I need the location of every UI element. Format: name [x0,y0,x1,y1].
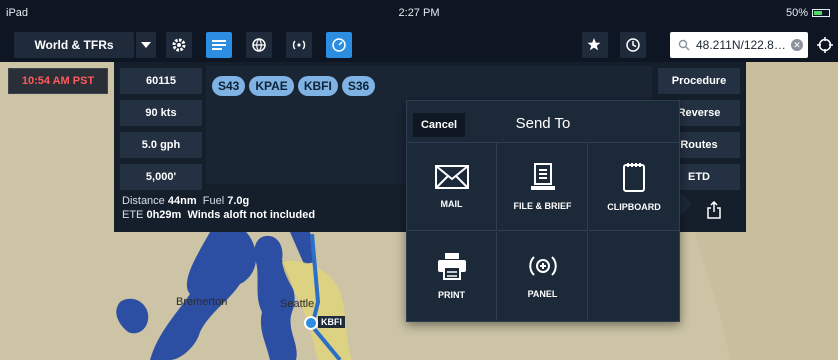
globe-icon [252,38,266,52]
radio-icon [292,40,306,50]
airspeed: 90 kts [145,107,177,119]
file-brief-label: FILE & BRIEF [513,200,572,211]
altitude-field[interactable]: 5,000' [120,164,202,190]
map-label-bremerton: Bremerton [176,296,228,308]
distance-value: 44nm [167,195,197,207]
send-to-popover: Cancel Send To MAIL FILE & BRIEF CLIPBOA… [406,100,680,322]
map-label-seattle: Seattle [280,298,315,310]
clipboard-icon [623,162,645,192]
send-options-grid: MAIL FILE & BRIEF CLIPBOARD PRINT PANEL [407,143,679,321]
empty-cell [589,232,679,320]
locate-button[interactable] [814,32,836,58]
airport-marker[interactable] [304,316,318,330]
procedure-label: Procedure [671,75,727,87]
gear-icon [172,38,186,52]
altitude: 5,000' [145,171,177,183]
share-button[interactable] [702,198,726,222]
favorites-button[interactable] [582,32,608,58]
print-icon [437,253,466,280]
send-option-clipboard[interactable]: CLIPBOARD [589,143,679,231]
map-layer-select[interactable]: World & TFRs [14,32,134,58]
panel-label: PANEL [527,289,558,299]
reverse-label: Reverse [677,107,721,119]
winds-note: Winds aloft not included [187,209,316,221]
print-label: PRINT [438,290,465,300]
waypoint-chip[interactable]: S43 [212,76,246,96]
globe-button[interactable] [246,32,272,58]
mail-icon [434,164,469,189]
fuel-burn: 5.0 gph [141,139,181,151]
map-layer-label: World & TFRs [34,38,114,52]
search-value: 48.211N/122.8… [696,38,786,52]
radio-button[interactable] [286,32,312,58]
file-brief-icon [530,162,555,190]
share-icon [707,201,721,219]
waypoint-chip[interactable]: KPAE [249,76,294,96]
send-option-file-brief[interactable]: FILE & BRIEF [498,143,588,231]
clock-time: 2:27 PM [398,7,440,19]
send-option-panel[interactable]: PANEL [498,232,588,320]
gauge-icon [332,38,346,52]
search-icon [678,39,690,51]
flight-summary: Distance 44nm Fuel 7.0g ETE 0h29m Winds … [122,194,315,222]
search-field[interactable]: 48.211N/122.8… ✕ [670,32,808,58]
send-option-mail[interactable]: MAIL [407,143,497,231]
popover-arrow [680,192,692,216]
star-icon [587,38,601,51]
chevron-down-icon [141,42,151,48]
airport-label[interactable]: KBFI [318,316,345,328]
battery-status: 50% [786,7,830,19]
clipboard-label: CLIPBOARD [607,201,661,212]
route-waypoints: S43 KPAE KBFI S36 [212,76,376,96]
battery-percent: 50% [785,7,808,19]
airspeed-field[interactable]: 90 kts [120,100,202,126]
list-icon [212,40,226,50]
clear-search-icon[interactable]: ✕ [791,39,803,51]
gauge-button[interactable] [326,32,352,58]
crosshair-icon [817,37,833,53]
fuel-value: 7.0g [227,195,250,207]
waypoint-chip[interactable]: KBFI [297,76,338,96]
local-time: 10:54 AM PST [21,75,95,87]
popover-title: Send To [515,115,571,132]
clock-icon [626,38,640,52]
map-layer-dropdown-button[interactable] [136,32,156,58]
waypoint-chip[interactable]: S36 [341,76,376,96]
procedure-button[interactable]: Procedure [658,68,740,94]
ete-label: ETE [122,209,144,221]
aircraft-id-field[interactable]: 60115 [120,68,202,94]
distance-label: Distance [122,195,165,207]
ete-value: 0h29m [146,209,182,221]
aircraft-id: 60115 [146,75,176,87]
settings-button[interactable] [166,32,192,58]
send-option-print[interactable]: PRINT [407,232,497,320]
mail-label: MAIL [440,198,463,209]
battery-icon [812,9,830,17]
history-button[interactable] [620,32,646,58]
routes-label: Routes [680,139,718,151]
etd-label: ETD [688,171,710,183]
list-view-button[interactable] [206,32,232,58]
fuel-burn-field[interactable]: 5.0 gph [120,132,202,158]
panel-icon [528,256,557,276]
fuel-label: Fuel [202,195,225,207]
local-time-chip[interactable]: 10:54 AM PST [8,68,108,94]
status-bar: iPad 2:27 PM 50% [0,0,838,28]
popover-header: Cancel Send To [407,101,679,143]
main-toolbar: World & TFRs 48.211N/122.8… ✕ [0,28,838,62]
